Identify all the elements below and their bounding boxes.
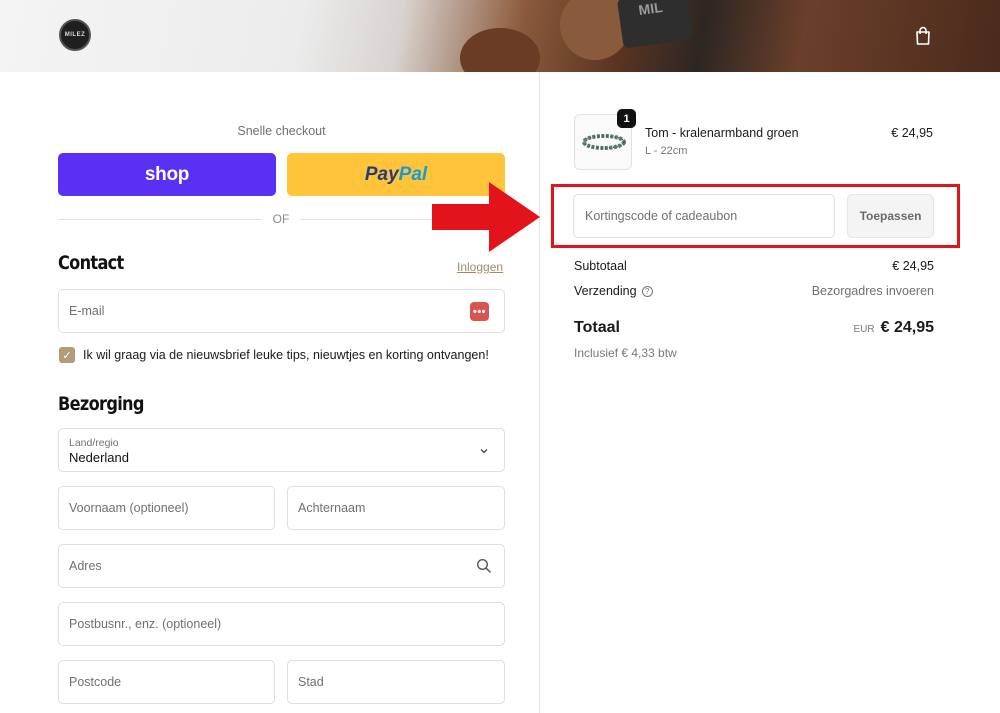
address-field[interactable]: Adres <box>58 544 505 588</box>
shopping-bag-icon[interactable] <box>912 25 934 47</box>
last-name-placeholder: Achternaam <box>298 501 366 515</box>
address2-field[interactable]: Postbusnr., enz. (optioneel) <box>58 602 505 646</box>
store-logo[interactable]: MILEZ <box>59 19 91 51</box>
address2-placeholder: Postbusnr., enz. (optioneel) <box>69 617 222 631</box>
help-icon[interactable]: ? <box>641 286 653 297</box>
vat-note: Inclusief € 4,33 btw <box>574 346 677 360</box>
express-checkout-title: Snelle checkout <box>237 124 326 138</box>
country-value: Nederland <box>69 450 129 465</box>
newsletter-label: Ik wil graag via de nieuwsbrief leuke ti… <box>83 348 489 362</box>
postcode-placeholder: Postcode <box>69 675 122 689</box>
column-divider <box>539 72 540 713</box>
shipping-label-row: Verzending? <box>574 284 653 298</box>
first-name-field[interactable]: Voornaam (optioneel) <box>58 486 275 530</box>
header-banner: MIL <box>0 0 1000 72</box>
shipping-label: Verzending <box>574 284 637 298</box>
delivery-heading: Bezorging <box>58 393 144 415</box>
subtotal-value: € 24,95 <box>892 259 934 273</box>
shipping-value: Bezorgadres invoeren <box>811 284 934 298</box>
country-select[interactable]: Land/regio Nederland <box>58 428 505 472</box>
total-amount: EUR € 24,95 <box>853 319 934 337</box>
address-placeholder: Adres <box>69 559 102 573</box>
email-field[interactable]: E-mail ••• <box>58 289 505 333</box>
or-divider-text: OF <box>262 212 300 226</box>
country-label: Land/regio <box>69 437 119 449</box>
product-price: € 24,95 <box>891 126 933 140</box>
banner-text: MIL <box>637 0 664 19</box>
email-placeholder: E-mail <box>69 304 105 318</box>
paypal-label-part1: Pay <box>364 163 399 185</box>
search-icon <box>476 558 491 573</box>
bracelet-image <box>582 134 626 150</box>
chevron-down-icon <box>480 449 488 454</box>
total-value: € 24,95 <box>880 319 934 336</box>
city-placeholder: Stad <box>298 675 324 689</box>
password-manager-icon[interactable]: ••• <box>470 302 489 321</box>
product-variant: L - 22cm <box>645 145 688 157</box>
login-link[interactable]: Inloggen <box>457 260 503 274</box>
red-arrow-annotation <box>432 182 540 252</box>
postcode-field[interactable]: Postcode <box>58 660 275 704</box>
last-name-field[interactable]: Achternaam <box>287 486 505 530</box>
paypal-label-part2: Pal <box>398 163 428 185</box>
city-field[interactable]: Stad <box>287 660 505 704</box>
discount-highlight-box <box>551 184 960 248</box>
newsletter-checkbox[interactable]: ✓ <box>59 347 75 363</box>
shop-pay-button[interactable]: shop <box>58 153 276 196</box>
total-label: Totaal <box>574 319 620 336</box>
quantity-badge: 1 <box>617 109 636 128</box>
banner-image-element <box>460 28 540 72</box>
subtotal-label: Subtotaal <box>574 259 627 273</box>
product-name: Tom - kralenarmband groen <box>645 126 799 140</box>
banner-image-element: MIL <box>616 0 694 49</box>
total-currency: EUR <box>853 324 875 335</box>
first-name-placeholder: Voornaam (optioneel) <box>69 501 189 515</box>
contact-heading: Contact <box>58 252 124 274</box>
